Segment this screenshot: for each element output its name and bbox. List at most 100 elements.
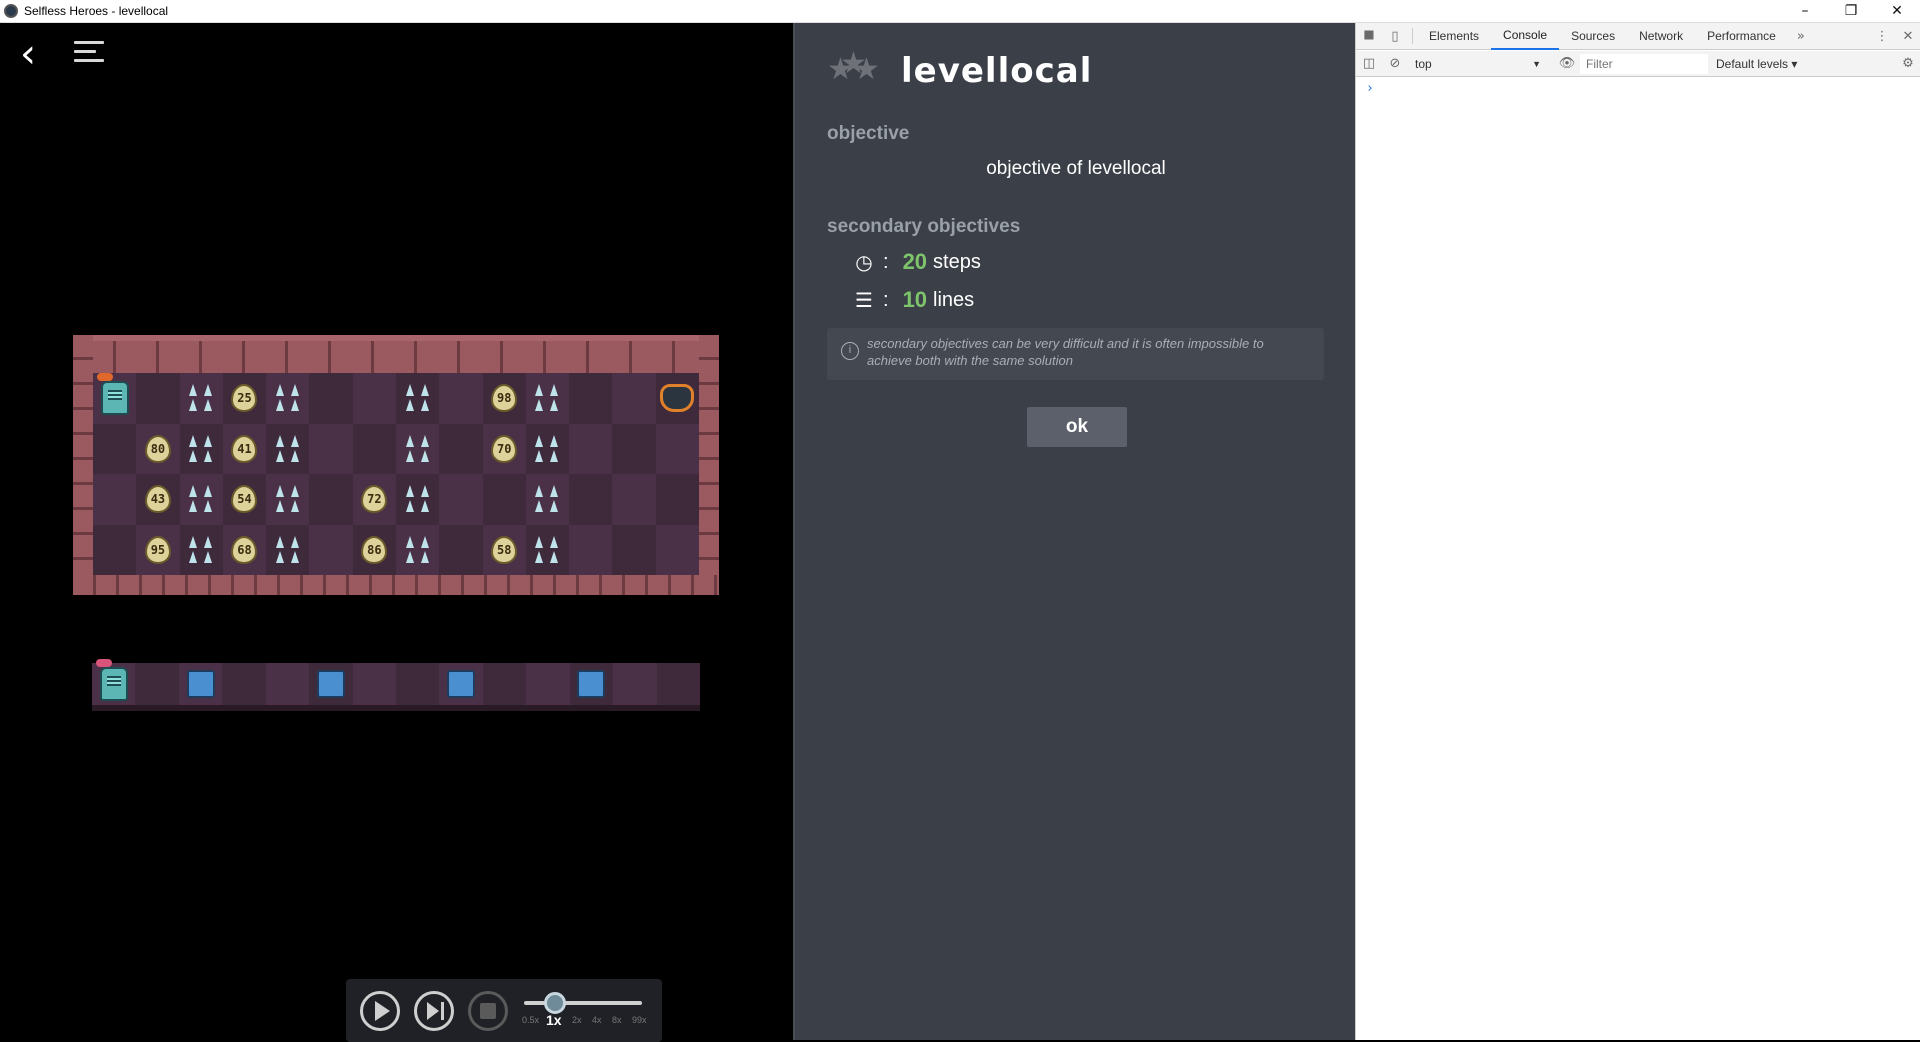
egg-item: 86	[361, 535, 388, 564]
step-bar	[440, 1002, 444, 1020]
board-tile	[93, 373, 137, 424]
board-tile	[612, 373, 656, 424]
log-levels-dropdown[interactable]: Default levels ▾	[1716, 57, 1797, 71]
spikes-icon	[403, 484, 433, 514]
tab-console[interactable]: Console	[1491, 23, 1560, 50]
spikes-icon	[186, 434, 216, 464]
board-tile: 68	[222, 524, 267, 575]
board-tile	[309, 474, 353, 525]
hero-knight	[96, 373, 129, 416]
info-note: i secondary objectives can be very diffi…	[827, 328, 1324, 380]
restore-button[interactable]: ❐	[1828, 0, 1874, 22]
play-icon	[374, 1001, 390, 1021]
board-tile	[655, 474, 699, 525]
more-tabs-icon[interactable]: »	[1788, 23, 1814, 49]
app-icon	[4, 4, 18, 18]
board-tile: 41	[222, 423, 267, 474]
star-icon: ★	[853, 52, 880, 87]
speed-slider-knob[interactable]	[544, 992, 566, 1014]
memory-tile	[569, 663, 614, 705]
sidebar-toggle-icon[interactable]: ◫	[1356, 51, 1382, 77]
game-area: ‹ 25 98 80 41 70 43 54 72 95 68 86 58 0.5x 1x 2x 4x 8x 9…	[0, 23, 793, 1042]
spikes-icon	[532, 383, 562, 413]
board-tile: 86	[352, 524, 396, 575]
kebab-menu-icon[interactable]: ⋮	[1869, 23, 1895, 49]
console-toolbar: ◫ ⊘ top ▼ 👁 Default levels ▾ ⚙	[1356, 51, 1920, 77]
steps-label: steps	[933, 250, 981, 273]
spikes-icon	[186, 383, 216, 413]
eye-icon[interactable]: 👁	[1554, 51, 1580, 77]
board-tile: 98	[482, 373, 526, 424]
list-icon: ☰	[855, 288, 873, 312]
board-tile	[395, 423, 440, 474]
memory-block	[447, 670, 476, 698]
speed-slider[interactable]	[524, 992, 642, 1014]
memory-block	[316, 670, 345, 698]
stop-button[interactable]	[468, 991, 508, 1031]
colon: :	[883, 250, 889, 273]
board-floor: 25 98 80 41 70 43 54 72 95 68 86 58	[93, 373, 699, 575]
board-tile	[525, 524, 570, 575]
speed-option[interactable]: 0.5x	[522, 1015, 539, 1025]
level-board: 25 98 80 41 70 43 54 72 95 68 86 58	[73, 335, 719, 595]
device-toolbar-icon[interactable]: ▯	[1382, 23, 1408, 49]
board-tile	[525, 423, 570, 474]
step-button[interactable]	[414, 991, 454, 1031]
board-tile	[179, 524, 223, 575]
speed-option[interactable]: 8x	[612, 1015, 622, 1025]
board-tile: 25	[222, 373, 267, 424]
back-button[interactable]: ‹	[20, 34, 50, 75]
speed-option[interactable]: 1x	[546, 1012, 562, 1028]
settings-gear-icon[interactable]: ⚙	[1895, 51, 1920, 77]
memory-tile	[482, 663, 527, 705]
speed-option[interactable]: 99x	[632, 1015, 647, 1025]
tab-sources[interactable]: Sources	[1559, 23, 1627, 50]
close-devtools-icon[interactable]: ✕	[1895, 23, 1920, 49]
spikes-icon	[273, 535, 303, 565]
window-title: Selfless Heroes - levellocal	[24, 4, 169, 18]
stopwatch-icon: ◷	[855, 250, 873, 274]
chevron-left-icon: ‹	[20, 31, 36, 77]
egg-item: 54	[231, 485, 258, 514]
board-wall-right	[699, 335, 719, 595]
context-select[interactable]: top ▼	[1408, 53, 1546, 74]
memory-tile	[222, 663, 266, 705]
dropdown-arrow-icon: ▼	[1532, 58, 1541, 69]
spikes-icon	[403, 434, 433, 464]
play-button[interactable]	[360, 991, 400, 1031]
board-tile	[395, 373, 440, 424]
filter-input[interactable]	[1580, 53, 1708, 74]
board-tile: 72	[352, 474, 396, 525]
tab-performance[interactable]: Performance	[1695, 23, 1788, 50]
clear-console-icon[interactable]: ⊘	[1382, 51, 1408, 77]
board-tile	[93, 524, 137, 575]
memory-tile	[309, 663, 353, 705]
egg-item: 70	[491, 434, 518, 463]
memory-tile	[265, 663, 310, 705]
window-title-bar: Selfless Heroes - levellocal – ❐ ✕	[0, 0, 1920, 23]
minimize-button[interactable]: –	[1782, 0, 1828, 22]
board-tile	[439, 423, 483, 474]
board-tile: 43	[136, 474, 180, 525]
board-tile	[395, 524, 440, 575]
tab-elements[interactable]: Elements	[1417, 23, 1491, 50]
speed-option[interactable]: 2x	[572, 1015, 582, 1025]
objective-heading: objective	[827, 123, 910, 144]
board-tile	[569, 373, 613, 424]
close-window-button[interactable]: ✕	[1874, 0, 1920, 22]
memory-tile	[526, 663, 570, 705]
speed-option[interactable]: 4x	[592, 1015, 602, 1025]
menu-button[interactable]	[74, 41, 114, 71]
tab-network[interactable]: Network	[1627, 23, 1695, 50]
spikes-icon	[273, 383, 303, 413]
ok-button[interactable]: ok	[1027, 407, 1127, 447]
star-rating: ★ ★ ★	[827, 49, 887, 87]
memory-tile	[656, 663, 700, 705]
steps-objective: ◷ : 20 steps	[851, 249, 981, 275]
board-tile	[179, 423, 223, 474]
console-prompt[interactable]: ›	[1366, 81, 1374, 96]
board-tile	[266, 474, 310, 525]
board-tile	[612, 524, 656, 575]
inspect-element-icon[interactable]: ⯀	[1356, 23, 1382, 49]
level-title: levellocal	[901, 51, 1093, 91]
